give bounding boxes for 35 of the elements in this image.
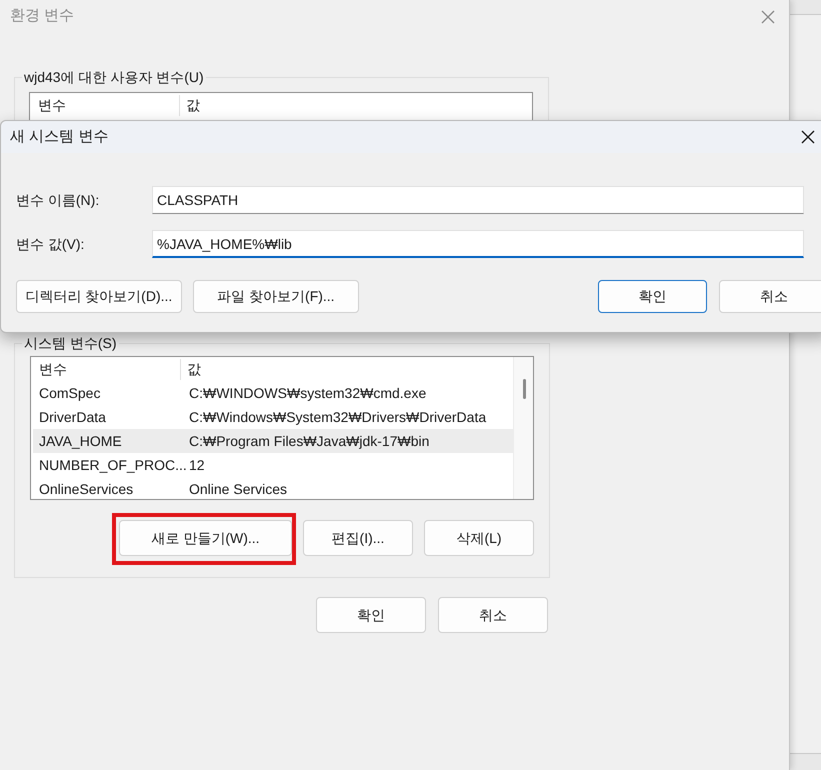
column-header[interactable]: 변수 (30, 94, 180, 116)
column-header[interactable]: 값 (181, 358, 201, 380)
table-cell-text: 12 (188, 456, 205, 474)
dialog-title: 새 시스템 변수 (10, 126, 108, 147)
dialog-button[interactable]: 확인 (598, 280, 708, 313)
input-field[interactable]: CLASSPATH (152, 186, 804, 214)
group-label: 시스템 변수(S) (23, 334, 118, 353)
table-row[interactable]: JAVA_HOME C:₩Program Files₩Java₩jdk-17₩bin (33, 429, 513, 453)
table-cell-text: C:₩Windows₩System32₩Drivers₩DriverData (188, 408, 486, 427)
window-title: 환경 변수 (10, 6, 74, 26)
column-header[interactable]: 변수 (31, 358, 181, 380)
close-icon[interactable] (801, 130, 815, 144)
column-header[interactable]: 값 (180, 94, 200, 116)
browse-button[interactable]: 파일 찾아보기(F)... (192, 280, 360, 313)
table-cell-text: ComSpec (38, 384, 102, 403)
table-cell-text: C:₩Program Files₩Java₩jdk-17₩bin (188, 432, 430, 451)
action-button[interactable]: 새로 만들기(W)... (119, 520, 292, 556)
footer-button[interactable]: 확인 (316, 597, 426, 633)
table-cell-text: JAVA_HOME (38, 432, 123, 451)
table-cell-text: DriverData (38, 408, 107, 426)
browse-button[interactable]: 디렉터리 찾아보기(D)... (16, 280, 182, 313)
action-button[interactable]: 삭제(L) (424, 520, 534, 556)
input-field[interactable]: %JAVA_HOME%₩lib (152, 230, 804, 258)
table-cell-text: NUMBER_OF_PROC... (38, 456, 183, 475)
scrollbar[interactable] (513, 357, 533, 499)
field-label: 변수 이름(N): (15, 190, 100, 210)
footer-button[interactable]: 취소 (438, 597, 548, 633)
field-label: 변수 값(V): (15, 234, 86, 254)
group-label: wjd43에 대한 사용자 변수(U) (23, 68, 205, 87)
table-cell-text: OnlineServices (38, 480, 134, 498)
table-cell-text: Online Services (188, 480, 288, 498)
table-cell-text: C:₩WINDOWS₩system32₩cmd.exe (188, 384, 426, 403)
action-button[interactable]: 편집(I)... (303, 520, 413, 556)
scrollbar-thumb[interactable] (523, 379, 526, 399)
dialog-button[interactable]: 취소 (719, 280, 821, 313)
